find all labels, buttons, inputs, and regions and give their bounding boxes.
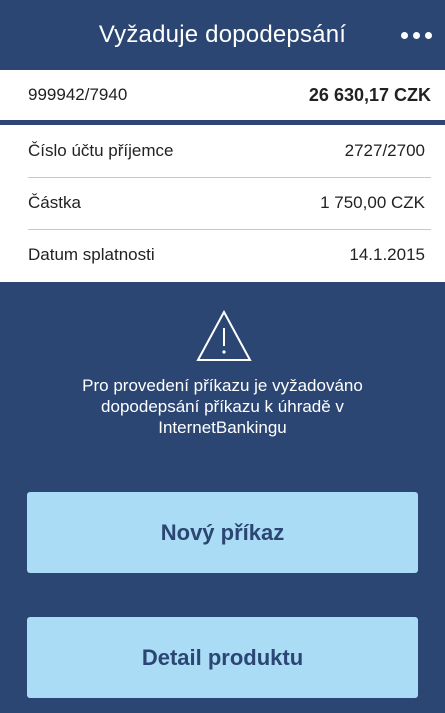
menu-dot <box>412 31 420 39</box>
detail-label: Datum splatnosti <box>28 245 155 264</box>
page-title: Vyžaduje dopodepsání <box>98 21 347 48</box>
warning-triangle-icon <box>196 310 252 361</box>
product-detail-button[interactable]: Detail produktu <box>27 617 418 698</box>
menu-dot <box>400 31 408 39</box>
detail-value: 1 750,00 CZK <box>320 193 425 212</box>
payment-signature-screen: Vyžaduje dopodepsání 999942/7940 26 630,… <box>0 0 445 713</box>
app-header: Vyžaduje dopodepsání <box>0 0 445 70</box>
account-summary-row: 999942/7940 26 630,17 CZK <box>0 70 445 125</box>
account-balance: 26 630,17 CZK <box>308 84 431 105</box>
warning-text: Pro provedení příkazu je vyžadováno dopo… <box>82 376 363 437</box>
menu-dot <box>424 31 432 39</box>
payment-details: Číslo účtu příjemce 2727/2700 Částka 1 7… <box>0 125 445 282</box>
detail-label: Částka <box>28 193 81 212</box>
detail-label: Číslo účtu příjemce <box>28 141 174 160</box>
new-order-button[interactable]: Nový příkaz <box>27 492 418 573</box>
account-number: 999942/7940 <box>28 85 128 104</box>
detail-value: 2727/2700 <box>344 141 425 160</box>
detail-value: 14.1.2015 <box>349 245 425 264</box>
detail-row-amount: Částka 1 750,00 CZK <box>0 177 445 229</box>
detail-row-recipient-account: Číslo účtu příjemce 2727/2700 <box>0 125 445 177</box>
more-dots-icon[interactable] <box>393 18 439 52</box>
detail-row-due-date: Datum splatnosti 14.1.2015 <box>0 229 445 281</box>
